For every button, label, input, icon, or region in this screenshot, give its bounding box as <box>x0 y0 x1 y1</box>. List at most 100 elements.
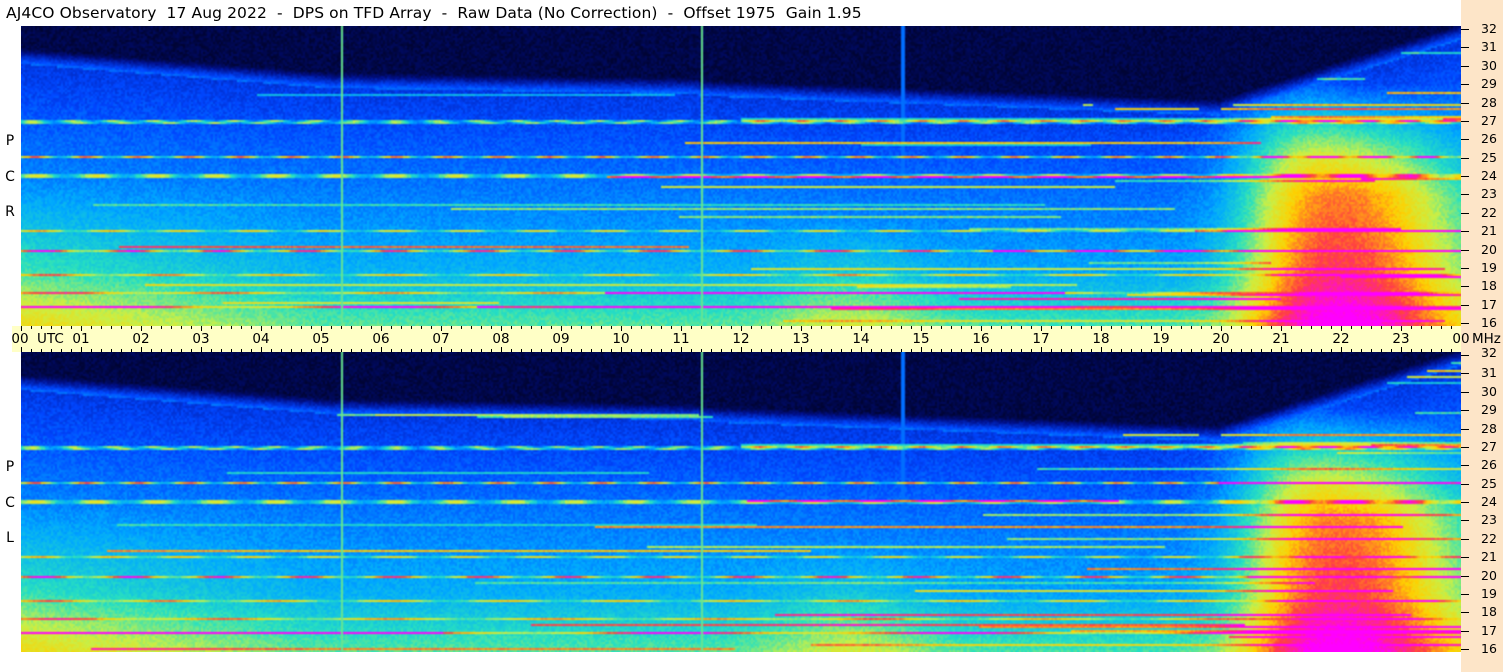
time-tick <box>171 349 172 352</box>
time-tick <box>1361 326 1362 329</box>
time-tick <box>991 326 992 329</box>
time-tick <box>1251 326 1252 329</box>
time-tick <box>391 349 392 352</box>
frequency-tick-label: 19 <box>1481 260 1497 275</box>
time-tick <box>1041 326 1042 331</box>
frequency-tick <box>1461 392 1469 393</box>
time-tick <box>1001 326 1002 329</box>
time-tick <box>791 349 792 352</box>
time-tick <box>491 326 492 329</box>
time-tick <box>61 326 62 329</box>
time-tick <box>641 326 642 329</box>
time-tick <box>561 347 562 352</box>
time-tick <box>1301 326 1302 329</box>
time-tick <box>1191 349 1192 352</box>
time-tick <box>1151 349 1152 352</box>
hour-tick-label: 12 <box>732 331 750 347</box>
frequency-tick-label: 28 <box>1481 95 1497 110</box>
time-tick <box>501 326 502 331</box>
time-tick <box>101 326 102 329</box>
time-tick <box>121 349 122 352</box>
hour-tick-label: 00 <box>11 331 29 347</box>
time-tick <box>401 349 402 352</box>
time-tick <box>911 349 912 352</box>
hour-tick-label: 01 <box>72 331 90 347</box>
time-tick <box>191 349 192 352</box>
time-tick <box>151 349 152 352</box>
time-tick <box>1401 347 1402 352</box>
time-tick <box>671 349 672 352</box>
time-tick <box>411 326 412 329</box>
frequency-tick-label: 24 <box>1481 168 1497 183</box>
time-tick <box>1361 349 1362 352</box>
time-tick <box>661 326 662 329</box>
time-tick <box>1311 349 1312 352</box>
time-tick <box>171 326 172 329</box>
time-tick <box>771 349 772 352</box>
time-tick <box>831 349 832 352</box>
time-tick <box>91 326 92 329</box>
time-tick <box>251 349 252 352</box>
frequency-tick-label: 17 <box>1481 623 1497 638</box>
time-tick <box>891 349 892 352</box>
time-tick <box>1331 326 1332 329</box>
time-tick <box>111 349 112 352</box>
time-tick <box>1061 326 1062 329</box>
time-tick <box>1291 326 1292 329</box>
time-tick <box>791 326 792 329</box>
frequency-tick <box>1461 465 1469 466</box>
time-tick <box>841 326 842 329</box>
frequency-tick-label: 31 <box>1481 365 1497 380</box>
time-tick <box>611 326 612 329</box>
time-tick <box>1161 347 1162 352</box>
time-tick <box>361 326 362 329</box>
time-tick <box>731 326 732 329</box>
time-tick <box>1381 326 1382 329</box>
time-tick <box>1331 349 1332 352</box>
utc-unit-label: UTC <box>37 331 64 347</box>
time-tick <box>1321 349 1322 352</box>
frequency-tick-label: 21 <box>1481 549 1497 564</box>
frequency-tick <box>1461 484 1469 485</box>
time-tick <box>431 349 432 352</box>
frequency-tick <box>1461 520 1469 521</box>
time-tick <box>951 326 952 329</box>
time-tick <box>1441 349 1442 352</box>
frequency-tick-label: 18 <box>1481 278 1497 293</box>
time-tick <box>1261 326 1262 329</box>
time-tick <box>481 326 482 329</box>
time-tick <box>1271 326 1272 329</box>
time-tick <box>461 326 462 329</box>
frequency-tick <box>1461 410 1469 411</box>
time-tick <box>1171 326 1172 329</box>
time-tick <box>1091 349 1092 352</box>
time-tick <box>131 326 132 329</box>
time-tick <box>1081 326 1082 329</box>
time-tick <box>561 326 562 331</box>
frequency-tick <box>1461 213 1469 214</box>
time-tick <box>601 349 602 352</box>
time-tick <box>371 349 372 352</box>
time-tick <box>61 349 62 352</box>
time-tick <box>851 326 852 329</box>
hour-tick-label: 15 <box>912 331 930 347</box>
time-tick <box>521 326 522 329</box>
frequency-tick <box>1461 121 1469 122</box>
hour-tick-label: 08 <box>492 331 510 347</box>
time-tick <box>1451 326 1452 329</box>
time-tick <box>1431 326 1432 329</box>
time-tick <box>541 349 542 352</box>
time-tick <box>731 349 732 352</box>
time-tick <box>1201 326 1202 329</box>
time-tick <box>1381 349 1382 352</box>
hour-tick-label: 05 <box>312 331 330 347</box>
hour-tick-label: 03 <box>192 331 210 347</box>
time-tick <box>1451 349 1452 352</box>
frequency-tick <box>1461 631 1469 632</box>
time-tick <box>591 349 592 352</box>
frequency-tick-label: 32 <box>1481 345 1497 360</box>
time-tick <box>881 326 882 329</box>
time-tick <box>1171 349 1172 352</box>
time-tick <box>1131 326 1132 329</box>
time-tick <box>1051 349 1052 352</box>
